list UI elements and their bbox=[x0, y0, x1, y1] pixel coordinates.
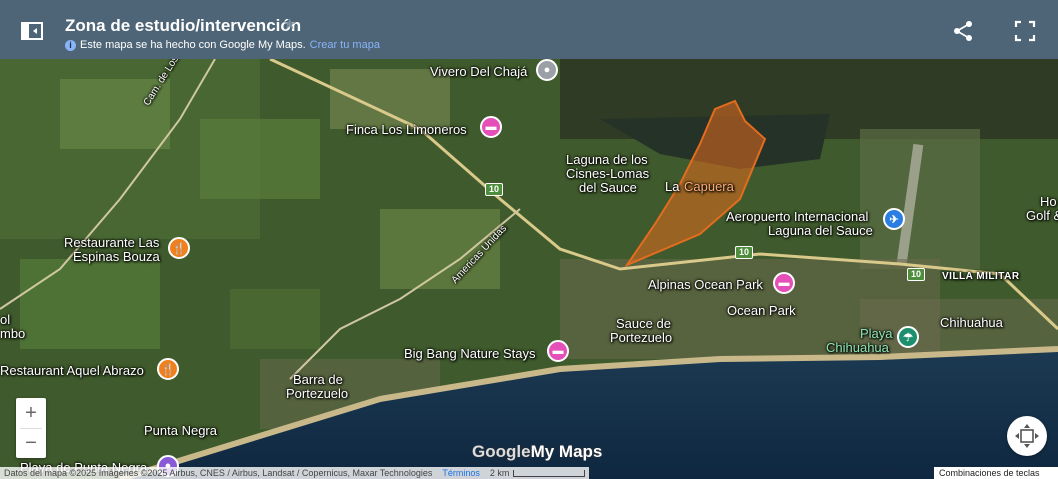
map-canvas[interactable]: Vivero Del Chajá ● Finca Los Limoneros ▬… bbox=[0, 59, 1058, 479]
logo-mymaps: My Maps bbox=[530, 442, 603, 461]
zoom-divider bbox=[20, 428, 42, 429]
place-ocean-park[interactable]: Ocean Park bbox=[727, 303, 796, 318]
fullscreen-icon[interactable] bbox=[1012, 18, 1038, 44]
place-restaurante-las-2[interactable]: Espinas Bouza bbox=[73, 249, 160, 264]
route-shield-10: 10 bbox=[485, 183, 504, 196]
place-marker-icon[interactable]: ● bbox=[536, 59, 558, 81]
place-playa-1[interactable]: Playa bbox=[860, 326, 893, 341]
airport-icon[interactable]: ✈ bbox=[883, 208, 905, 230]
zoom-control: + − bbox=[16, 398, 46, 458]
attribution-text: Datos del mapa ©2025 Imágenes ©2025 Airb… bbox=[4, 468, 433, 478]
locate-icon[interactable] bbox=[1007, 416, 1047, 456]
place-ho-1[interactable]: Ho bbox=[1040, 194, 1057, 209]
sidebar-toggle-icon[interactable] bbox=[16, 15, 48, 47]
info-icon: i bbox=[65, 39, 76, 51]
terms-link[interactable]: Términos bbox=[442, 467, 480, 479]
place-capuera[interactable]: Capuera bbox=[684, 179, 734, 194]
google-my-maps-logo: GoogleMy Maps bbox=[472, 442, 602, 462]
place-sauce-2[interactable]: Portezuelo bbox=[610, 330, 672, 345]
map-subtitle: i Este mapa se ha hecho con Google My Ma… bbox=[65, 39, 380, 51]
lodging-icon[interactable]: ▬ bbox=[480, 116, 502, 138]
place-aero-2[interactable]: Laguna del Sauce bbox=[768, 223, 873, 238]
place-big-bang[interactable]: Big Bang Nature Stays bbox=[404, 346, 536, 361]
scale-label: 2 km bbox=[490, 467, 586, 479]
lodging-icon[interactable]: ▬ bbox=[773, 272, 795, 294]
map-title: Zona de estudio/intervención bbox=[65, 16, 302, 35]
beach-icon[interactable]: ☂ bbox=[897, 326, 919, 348]
map-attribution: Datos del mapa ©2025 Imágenes ©2025 Airb… bbox=[0, 467, 590, 479]
place-finca[interactable]: Finca Los Limoneros bbox=[346, 122, 467, 137]
place-left-2[interactable]: mbo bbox=[0, 326, 25, 341]
subtitle-text: Este mapa se ha hecho con Google My Maps… bbox=[80, 39, 306, 51]
route-shield-10: 10 bbox=[907, 268, 926, 281]
place-aero-1[interactable]: Aeropuerto Internacional bbox=[726, 209, 868, 224]
place-barra-1[interactable]: Barra de bbox=[293, 372, 343, 387]
zoom-in-button[interactable]: + bbox=[16, 398, 46, 428]
place-alpinas[interactable]: Alpinas Ocean Park bbox=[648, 277, 763, 292]
place-laguna-2[interactable]: Cisnes-Lomas bbox=[566, 166, 649, 181]
share-icon[interactable] bbox=[950, 18, 976, 44]
scale-bar bbox=[513, 470, 586, 478]
place-la[interactable]: La bbox=[665, 179, 679, 194]
place-playa-2[interactable]: Chihuahua bbox=[826, 340, 889, 355]
restaurant-icon[interactable]: 🍴 bbox=[168, 237, 190, 259]
place-left-1[interactable]: ol bbox=[0, 312, 10, 327]
place-laguna-1[interactable]: Laguna de los bbox=[566, 152, 648, 167]
place-laguna-3[interactable]: del Sauce bbox=[579, 180, 637, 195]
place-ho-2[interactable]: Golf & bbox=[1026, 208, 1058, 223]
place-restaurant-aquel[interactable]: Restaurant Aquel Abrazo bbox=[0, 363, 144, 378]
scale-text: 2 km bbox=[489, 468, 510, 478]
zoom-out-button[interactable]: − bbox=[16, 428, 46, 458]
place-vivero[interactable]: Vivero Del Chajá bbox=[430, 64, 527, 79]
create-map-link[interactable]: Crear tu mapa bbox=[310, 39, 380, 51]
restaurant-icon[interactable]: 🍴 bbox=[157, 358, 179, 380]
place-villa-militar[interactable]: VILLA MILITAR bbox=[942, 269, 1020, 284]
place-restaurante-las-1[interactable]: Restaurante Las bbox=[64, 235, 159, 250]
logo-google: Google bbox=[472, 442, 531, 461]
map-header: Zona de estudio/intervención ★ i Este ma… bbox=[0, 0, 1058, 59]
keyboard-shortcuts-link[interactable]: Combinaciones de teclas bbox=[934, 467, 1058, 479]
place-chihuahua[interactable]: Chihuahua bbox=[940, 315, 1003, 330]
place-punta-negra[interactable]: Punta Negra bbox=[144, 423, 217, 438]
lodging-icon[interactable]: ▬ bbox=[547, 340, 569, 362]
route-shield-10: 10 bbox=[735, 246, 754, 259]
satellite-imagery bbox=[0, 59, 1058, 479]
star-icon[interactable]: ★ bbox=[283, 15, 296, 33]
place-barra-2[interactable]: Portezuelo bbox=[286, 386, 348, 401]
place-sauce-1[interactable]: Sauce de bbox=[616, 316, 671, 331]
